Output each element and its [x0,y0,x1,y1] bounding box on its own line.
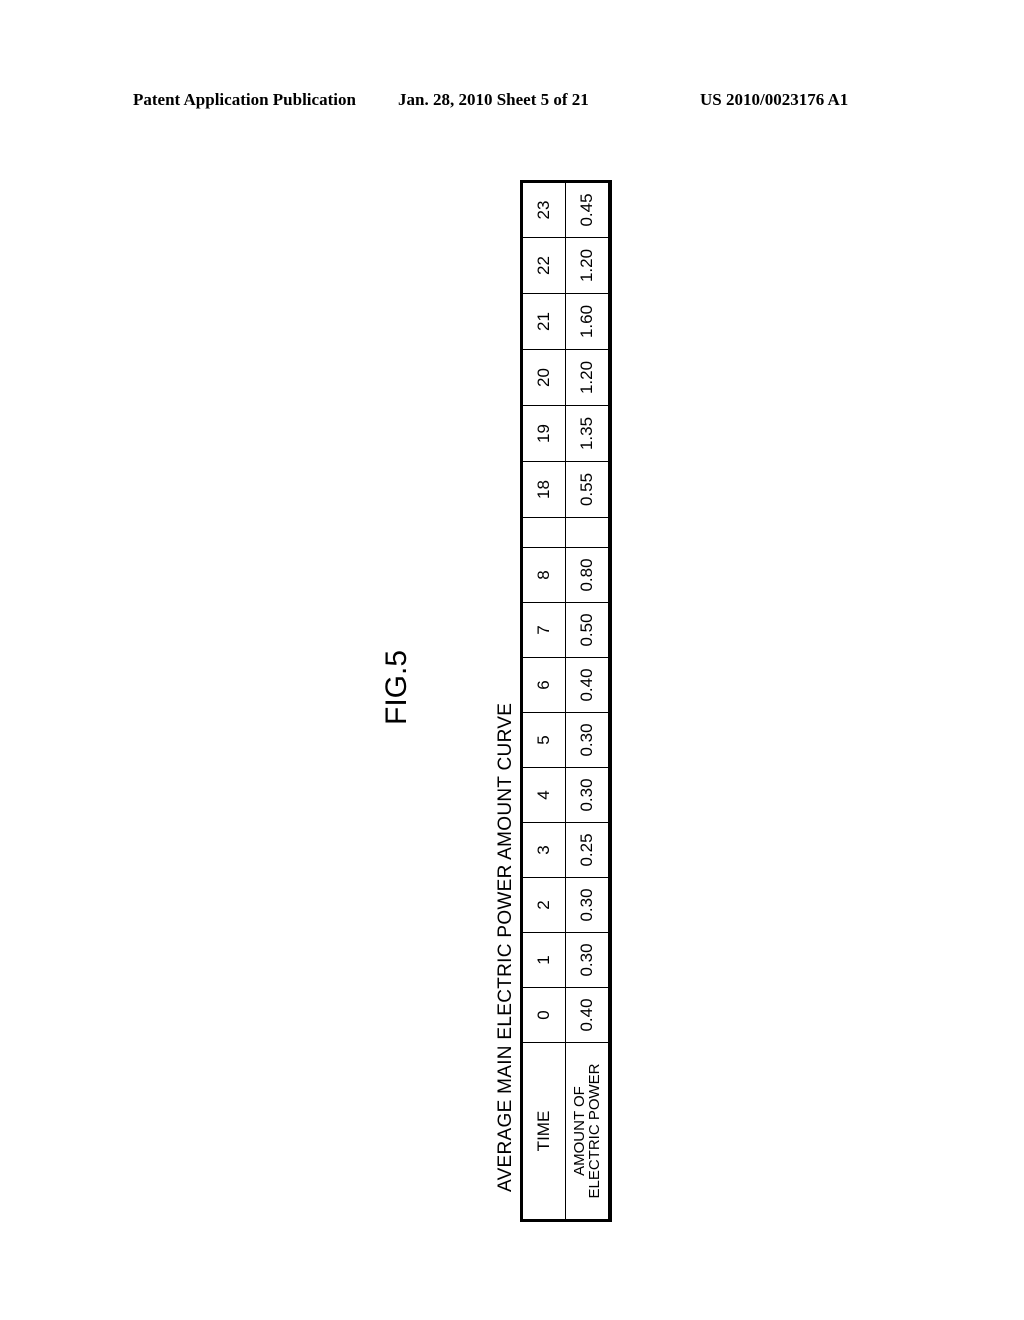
time-row-label: TIME [521,1042,566,1221]
time-cell: 6 [521,657,566,713]
time-cell: 23 [521,181,566,238]
power-cell: 0.40 [565,657,610,713]
time-cell: 22 [521,237,566,294]
power-cell: 0.30 [565,877,610,933]
power-cell: 0.30 [565,932,610,988]
time-cell: 5 [521,712,566,768]
time-cell: 3 [521,822,566,878]
power-row: AMOUNT OF ELECTRIC POWER 0.40 0.30 0.30 0… [565,181,610,1221]
header-publication-type: Patent Application Publication [133,90,356,109]
time-cell: 7 [521,602,566,658]
power-cell: 0.55 [565,461,610,518]
time-cell: 18 [521,461,566,518]
power-cell: 0.40 [565,987,610,1043]
power-cell: 0.30 [565,712,610,768]
time-cell: 4 [521,767,566,823]
header-patent-number: US 2010/0023176 A1 [700,90,849,109]
table-title: AVERAGE MAIN ELECTRIC POWER AMOUNT CURVE [495,702,516,1192]
power-cell: 0.30 [565,767,610,823]
power-label-line-2: ELECTRIC POWER [586,1063,603,1199]
time-cell: 20 [521,349,566,406]
time-cell: 0 [521,987,566,1043]
power-table: TIME 0 1 2 3 4 5 6 7 8 18 19 20 21 22 23… [520,180,610,1222]
power-cell: 0.45 [565,181,610,238]
power-cell: 1.35 [565,405,610,462]
power-cell: 1.20 [565,237,610,294]
time-row: TIME 0 1 2 3 4 5 6 7 8 18 19 20 21 22 23 [521,181,566,1221]
figure-label: FIG.5 [380,649,413,725]
power-cell: 1.60 [565,293,610,350]
power-cell: 1.20 [565,349,610,406]
header-date-sheet: Jan. 28, 2010 Sheet 5 of 21 [398,90,589,109]
break-gap [523,512,623,562]
power-row-label: AMOUNT OF ELECTRIC POWER [565,1042,610,1221]
power-cell: 0.25 [565,822,610,878]
power-cell: 0.50 [565,602,610,658]
time-cell: 19 [521,405,566,462]
time-cell: 21 [521,293,566,350]
time-cell: 1 [521,932,566,988]
time-cell: 2 [521,877,566,933]
